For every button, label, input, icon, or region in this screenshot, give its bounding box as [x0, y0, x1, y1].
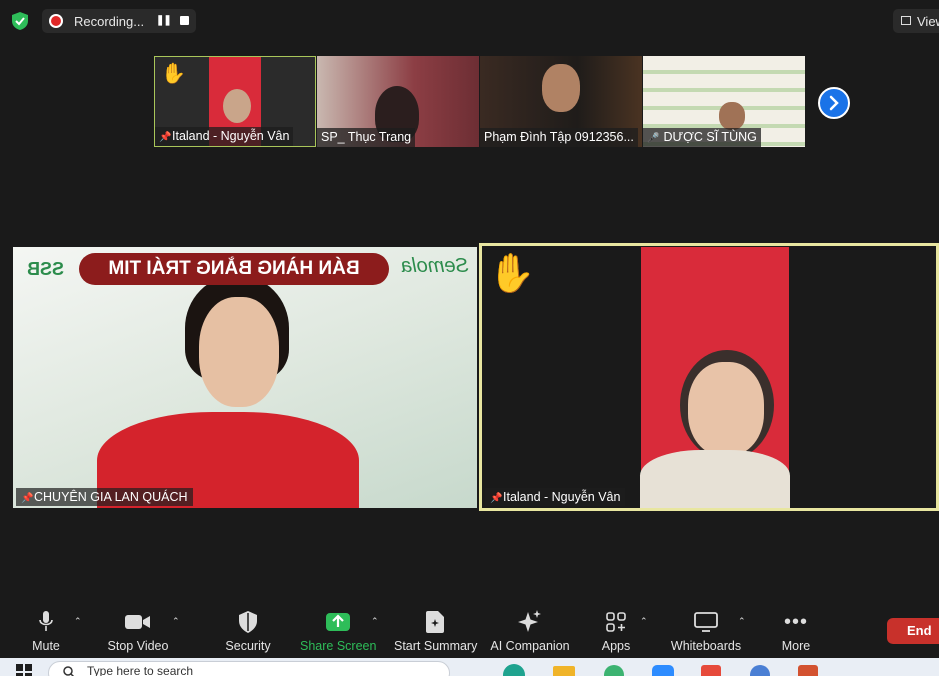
participant-body [640, 450, 790, 508]
search-icon [63, 666, 75, 676]
recording-label: Recording... [74, 14, 145, 29]
grid-view-icon [901, 16, 911, 25]
recording-indicator[interactable]: Recording... ❚❚ [42, 9, 196, 33]
raised-hand-icon: ✋ [488, 253, 536, 295]
taskbar-app-icon-green[interactable] [604, 665, 624, 676]
taskbar-app-icon-red[interactable] [701, 665, 721, 676]
participant-name: Phạm Đình Tập 0912356... [480, 128, 638, 147]
participant-name: 📌CHUYÊN GIA LAN QUÁCH [16, 488, 193, 506]
start-summary-label: Start Summary [394, 639, 478, 653]
presenter-face [199, 297, 279, 407]
apps-options-caret[interactable]: ⌃ [640, 616, 648, 627]
share-screen-label: Share Screen [300, 639, 377, 653]
video-tile-italand[interactable]: ✋ 📌Italand - Nguyễn Vân [479, 243, 939, 511]
participant-name: 🎤 DƯỢC SĨ TÙNG [643, 128, 761, 147]
security-shield-icon [222, 610, 274, 634]
shield-check-icon[interactable] [12, 12, 28, 30]
view-button[interactable]: View [893, 9, 939, 33]
whiteboards-button[interactable]: Whiteboards [670, 610, 742, 653]
mute-button[interactable]: Mute [26, 610, 66, 653]
video-banner: BÁN HÀNG BẰNG TRÁI TIM [79, 253, 389, 285]
ai-companion-button[interactable]: AI Companion [490, 610, 570, 653]
microphone-icon [26, 610, 66, 634]
taskbar-search-box[interactable]: Type here to search [48, 661, 450, 676]
view-label: View [917, 14, 939, 29]
share-screen-icon [300, 610, 376, 634]
participant-name: 📌Italand - Nguyễn Vân [485, 488, 626, 506]
participant-face [223, 89, 251, 123]
edge-app-icon[interactable] [503, 664, 525, 676]
pin-icon: 📌 [490, 493, 503, 504]
raised-hand-icon: ✋ [161, 63, 186, 85]
record-dot-icon [51, 16, 61, 26]
security-button[interactable]: Security [222, 610, 274, 653]
share-screen-button[interactable]: Share Screen [300, 610, 376, 653]
participant-name: 📌Italand - Nguyễn Vân [155, 127, 294, 146]
more-button[interactable]: ••• More [776, 610, 816, 654]
powerpoint-icon[interactable] [798, 665, 818, 676]
brand-logo-left: SSB [27, 259, 65, 279]
start-summary-button[interactable]: Start Summary [394, 610, 478, 653]
ai-companion-label: AI Companion [490, 639, 570, 653]
whiteboards-label: Whiteboards [670, 639, 742, 653]
video-tile-lan-quach[interactable]: BÁN HÀNG BẰNG TRÁI TIM SSB Semola 📌CHUYÊ… [13, 247, 477, 508]
video-camera-icon [106, 610, 170, 634]
apps-label: Apps [601, 639, 631, 653]
search-placeholder: Type here to search [87, 664, 194, 676]
mute-label: Mute [32, 639, 60, 653]
end-meeting-button[interactable]: End [887, 618, 939, 644]
muted-mic-icon: 🎤 [647, 133, 660, 144]
zoom-app-icon[interactable] [652, 665, 674, 676]
thumbnail-italand[interactable]: ✋ 📌Italand - Nguyễn Vân [154, 56, 316, 147]
taskbar-app-icon-blue[interactable] [750, 665, 770, 676]
apps-icon [598, 610, 634, 634]
chevron-right-icon [829, 95, 839, 111]
stop-recording-icon[interactable] [180, 16, 189, 25]
whiteboards-options-caret[interactable]: ⌃ [738, 616, 746, 627]
summary-document-icon [394, 610, 476, 634]
next-page-button[interactable] [818, 87, 850, 119]
mute-options-caret[interactable]: ⌃ [74, 616, 82, 627]
video-options-caret[interactable]: ⌃ [172, 616, 180, 627]
stop-video-label: Stop Video [107, 639, 169, 653]
participant-face [542, 64, 580, 112]
windows-taskbar: Type here to search [0, 658, 939, 676]
windows-start-icon[interactable] [16, 664, 32, 676]
pin-icon: 📌 [21, 493, 34, 504]
thumbnail-pham-dinh-tap[interactable]: Phạm Đình Tập 0912356... [480, 56, 642, 147]
brand-logo-right: Semola [401, 255, 469, 277]
pause-recording-icon[interactable]: ❚❚ [156, 15, 172, 26]
sparkle-icon [490, 610, 570, 634]
thumbnail-duoc-si-tung[interactable]: 🎤 DƯỢC SĨ TÙNG [643, 56, 805, 147]
whiteboard-icon [670, 610, 742, 634]
security-label: Security [225, 639, 271, 653]
participant-name: SP_ Thục Trang [317, 128, 416, 147]
share-options-caret[interactable]: ⌃ [371, 616, 379, 627]
more-dots-icon: ••• [783, 610, 808, 633]
thumbnail-thuc-trang[interactable]: SP_ Thục Trang [317, 56, 479, 147]
more-label: More [781, 639, 811, 653]
participant-face [719, 102, 745, 130]
stop-video-button[interactable]: Stop Video [106, 610, 170, 653]
apps-button[interactable]: Apps [598, 610, 634, 653]
file-explorer-icon[interactable] [553, 666, 575, 676]
pin-icon: 📌 [159, 132, 172, 143]
participant-face [688, 362, 764, 456]
top-bar: Recording... ❚❚ View [0, 0, 939, 40]
